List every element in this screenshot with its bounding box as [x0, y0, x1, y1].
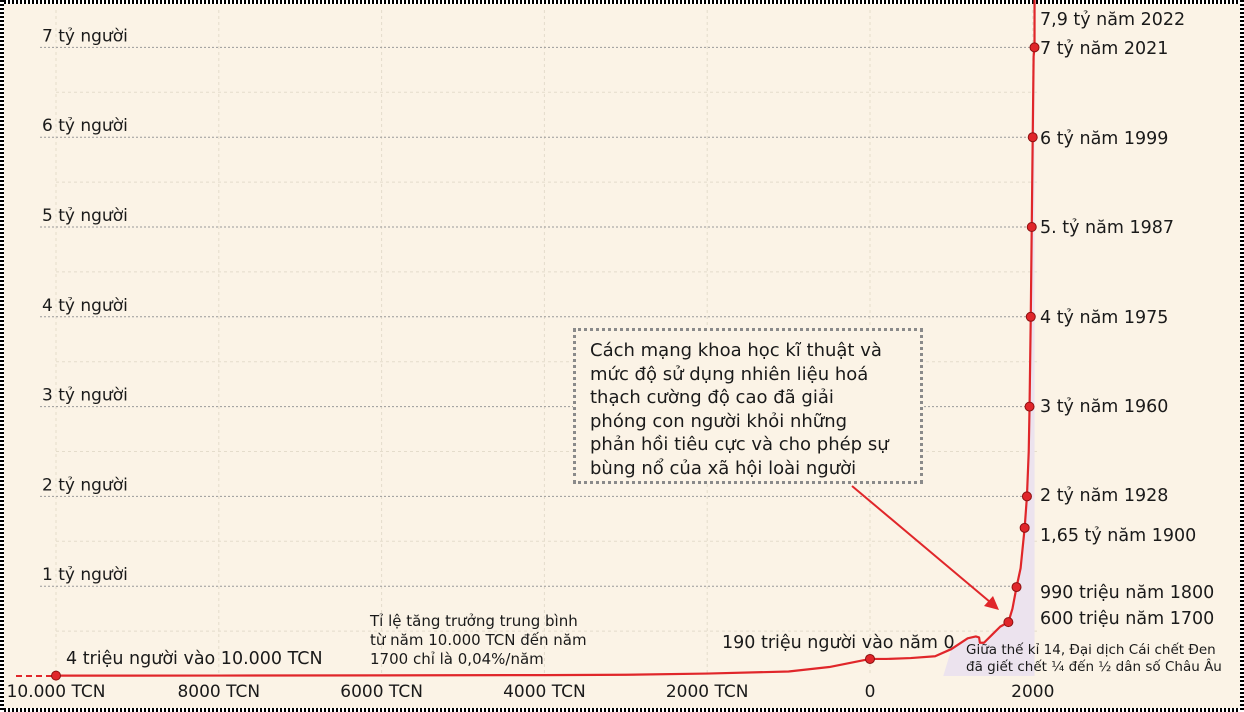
- data-point-1: [865, 653, 875, 664]
- data-point-3: [1011, 582, 1022, 593]
- data-label-7: 4 tỷ năm 1975: [1040, 308, 1168, 328]
- data-label-2: 600 triệu năm 1700: [1040, 609, 1214, 629]
- data-label-5: 2 tỷ năm 1928: [1040, 486, 1168, 506]
- data-label-1: 190 triệu người vào năm 0: [722, 633, 955, 653]
- growth-note-line-2: từ năm 10.000 TCN đến năm: [370, 631, 587, 649]
- callout-line-1: Cách mạng khoa học kĩ thuật và: [590, 340, 882, 361]
- callout-line-2: mức độ sử dụng nhiên liệu hoá: [590, 363, 869, 385]
- plague-note-line-1: Giữa thế kỉ 14, Đại dịch Cái chết Đen: [966, 641, 1216, 658]
- data-point-4: [1019, 522, 1030, 533]
- data-point-0: [51, 670, 61, 681]
- growth-note-line-3: 1700 chỉ là 0,04%/năm: [370, 650, 544, 668]
- y-tick-label-0: 1 tỷ người: [42, 565, 128, 585]
- callout-box: Cách mạng khoa học kĩ thuật và mức độ sử…: [573, 328, 923, 484]
- x-tick-label-4: 2000 TCN: [666, 682, 749, 702]
- x-tick-label-5: 0: [865, 682, 876, 702]
- data-label-3: 990 triệu năm 1800: [1040, 583, 1214, 603]
- data-label-6: 3 tỷ năm 1960: [1040, 397, 1168, 417]
- y-tick-label-3: 4 tỷ người: [42, 296, 128, 316]
- callout-line-3: thạch cường độ cao đã giải: [590, 387, 834, 408]
- y-tick-label-6: 7 tỷ người: [42, 26, 128, 46]
- callout-arrow-line: [851, 485, 991, 603]
- x-tick-label-0: 10.000 TCN: [7, 682, 106, 702]
- y-tick-labels: 1 tỷ người 2 tỷ người 3 tỷ người 4 tỷ người…: [42, 26, 128, 585]
- data-label-10: 7 tỷ năm 2021: [1040, 39, 1168, 59]
- y-tick-label-2: 3 tỷ người: [42, 386, 128, 406]
- growth-note-line-1: Tỉ lệ tăng trưởng trung bình: [369, 612, 578, 630]
- data-point-8: [1026, 222, 1037, 232]
- data-point-2: [1003, 617, 1014, 628]
- y-tick-label-5: 6 tỷ người: [42, 116, 128, 136]
- x-tick-labels: 10.000 TCN 8000 TCN 6000 TCN 4000 TCN 2000 T…: [7, 682, 1055, 702]
- callout-line-6: bùng nổ của xã hội loài người: [590, 457, 857, 479]
- x-tick-label-1: 8000 TCN: [177, 682, 260, 702]
- data-label-11: 7,9 tỷ năm 2022: [1040, 10, 1185, 30]
- data-label-8: 5. tỷ năm 1987: [1040, 218, 1174, 238]
- data-point-10: [1029, 42, 1040, 53]
- x-tick-label-6: 2000: [1011, 682, 1054, 702]
- x-tick-label-3: 4000 TCN: [503, 682, 586, 702]
- data-label-9: 6 tỷ năm 1999: [1040, 129, 1168, 149]
- y-tick-label-4: 5 tỷ người: [42, 206, 128, 226]
- data-label-4: 1,65 tỷ năm 1900: [1040, 526, 1196, 546]
- data-label-0: 4 triệu người vào 10.000 TCN: [66, 649, 323, 669]
- chart-frame: 1 tỷ người 2 tỷ người 3 tỷ người 4 tỷ người…: [0, 0, 1244, 712]
- callout-line-4: phóng con người khỏi những: [590, 410, 848, 432]
- data-point-6: [1024, 401, 1035, 412]
- data-point-7: [1025, 311, 1036, 322]
- y-tick-label-1: 2 tỷ người: [42, 475, 128, 495]
- data-point-5: [1021, 491, 1032, 502]
- data-point-9: [1027, 132, 1038, 143]
- x-tick-label-2: 6000 TCN: [340, 682, 423, 702]
- callout-line-5: phản hồi tiêu cực và cho phép sự: [590, 434, 889, 455]
- plague-note-line-2: đã giết chết ¼ đến ½ dân số Châu Âu: [966, 657, 1222, 675]
